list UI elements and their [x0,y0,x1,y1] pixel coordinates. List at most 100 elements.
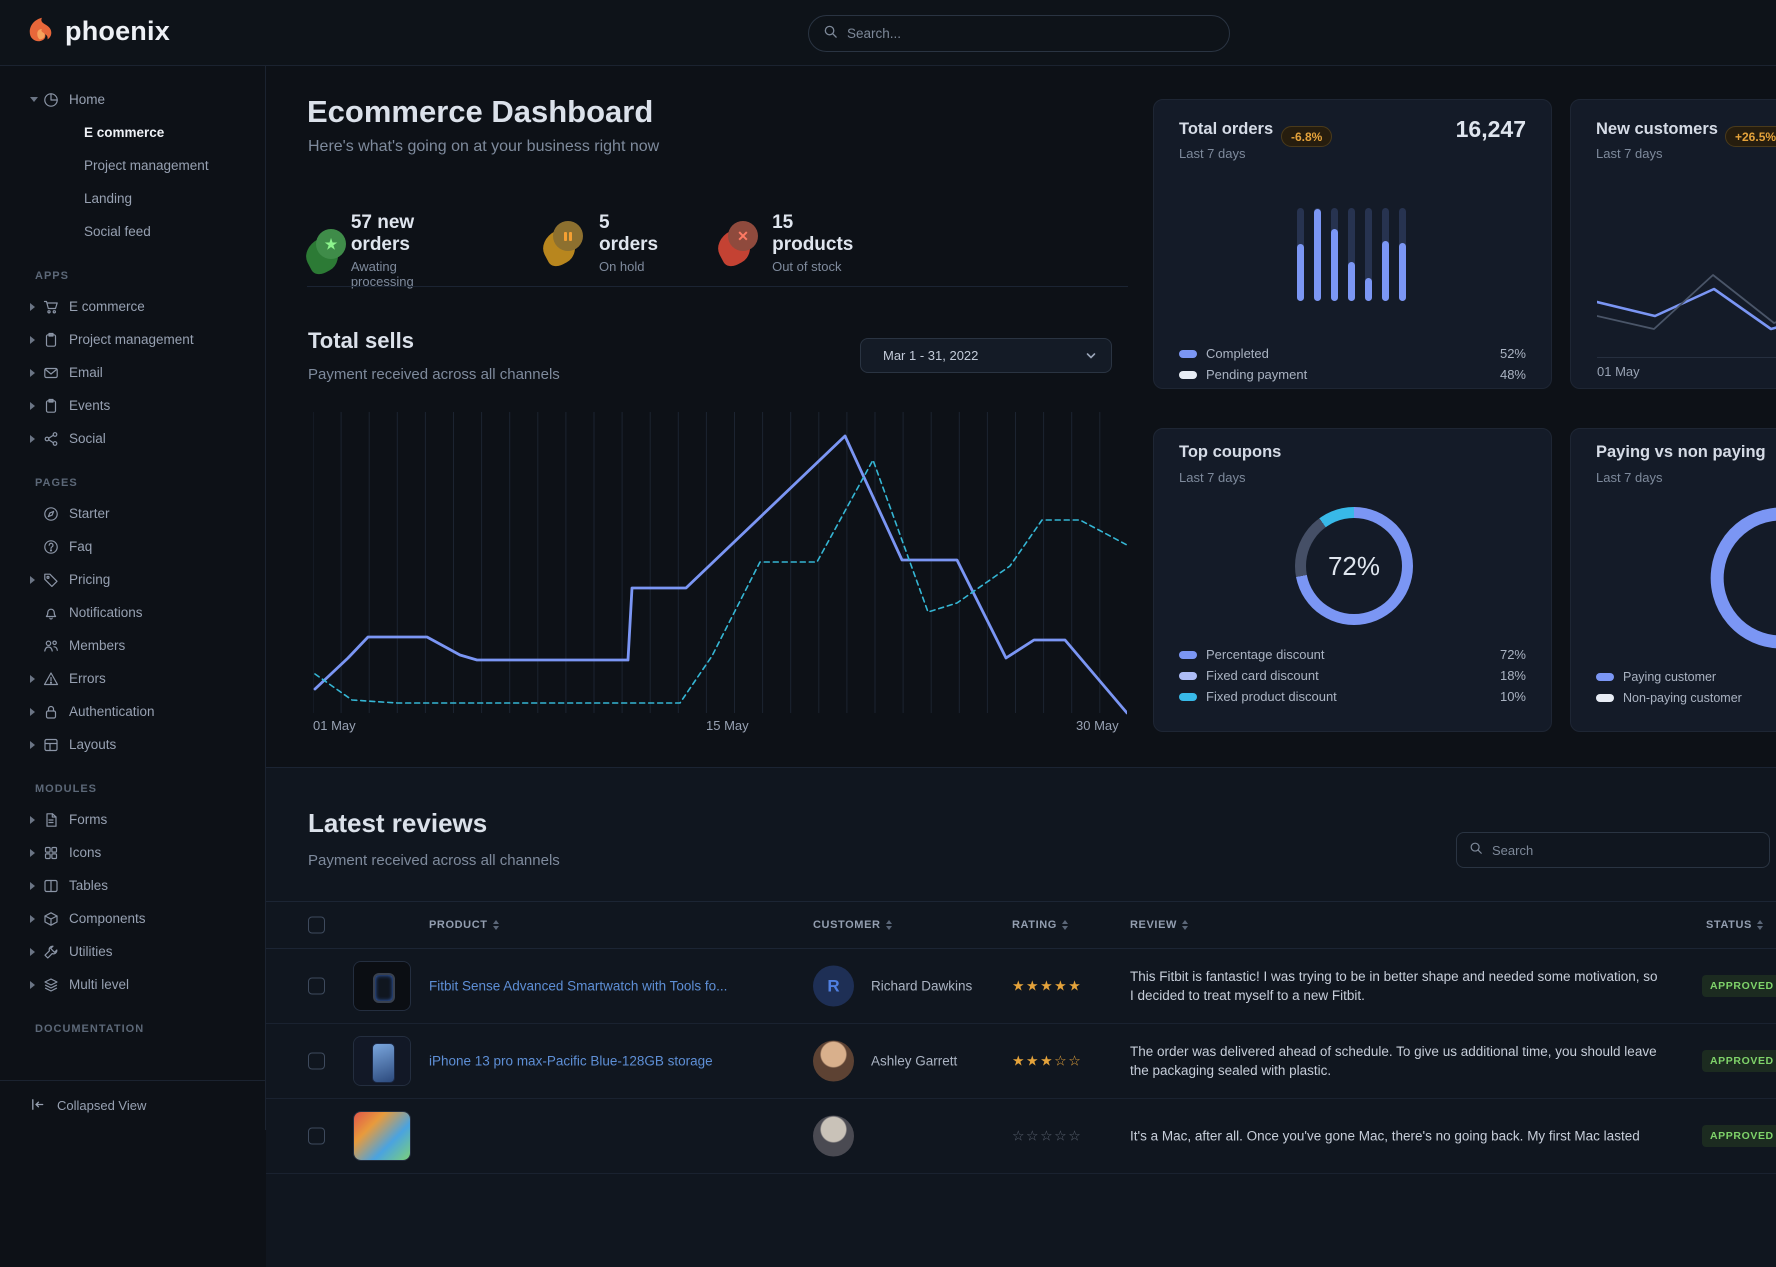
orders-bar-chart [1297,208,1406,301]
reviews-search-input[interactable] [1492,843,1757,858]
sidebar-item-e-commerce[interactable]: E commerce [0,116,265,149]
order-bar [1348,208,1355,301]
legend-row: Fixed card discount 18% [1179,665,1526,686]
bell-icon [43,605,59,621]
table-row: ☆☆☆☆☆It's a Mac, after all. Once you've … [266,1099,1776,1174]
sidebar-item-e-commerce[interactable]: E commerce [0,290,265,323]
brand-logo[interactable]: phoenix [26,14,170,49]
status-badge: APPROVED✓ [1702,1050,1776,1072]
legend-label: Pending payment [1206,367,1307,382]
sidebar-item-forms[interactable]: Forms [0,803,265,836]
reviews-table-header: PRODUCT CUSTOMER RATING REVIEW STATUS [266,901,1776,949]
stat-desc: Awating processing [351,259,431,289]
sidebar-item-project-management[interactable]: Project management [0,149,265,182]
row-checkbox[interactable] [308,1128,325,1145]
total-sells-title: Total sells [308,328,414,354]
page-subtitle: Here's what's going on at your business … [308,138,659,156]
customer-avatar[interactable] [813,1041,854,1082]
product-link[interactable]: iPhone 13 pro max-Pacific Blue-128GB sto… [429,1054,769,1069]
sidebar-item-components[interactable]: Components [0,902,265,935]
collapse-view-button[interactable]: Collapsed View [0,1080,265,1130]
sidebar-item-icons[interactable]: Icons [0,836,265,869]
status-badge: APPROVED✓ [1702,1125,1776,1147]
trend-badge: -6.8% [1281,126,1332,147]
status-badge: APPROVED✓ [1702,975,1776,997]
mail-icon [43,365,59,381]
customer-avatar[interactable] [813,1116,854,1157]
layers-icon [43,977,59,993]
column-header-customer[interactable]: CUSTOMER [813,919,892,931]
reviews-search[interactable] [1456,832,1770,868]
caret-icon [30,675,43,683]
customer-name: Richard Dawkins [871,979,972,994]
sidebar-item-label: Starter [69,506,110,521]
chevron-down-icon [1085,350,1097,362]
legend-label: Percentage discount [1206,647,1325,662]
sidebar-item-social-feed[interactable]: Social feed [0,215,265,248]
legend-swatch [1179,651,1197,659]
sidebar-item-layouts[interactable]: Layouts [0,728,265,761]
sidebar-item-label: Errors [69,671,106,686]
sidebar-item-notifications[interactable]: Notifications [0,596,265,629]
x-badge-icon: ✕ [718,219,756,267]
product-thumbnail[interactable] [353,1036,411,1086]
sidebar-item-email[interactable]: Email [0,356,265,389]
select-all-checkbox[interactable] [308,917,325,934]
main-content: Ecommerce Dashboard Here's what's going … [266,66,1776,1266]
series-previous-month [315,460,1127,703]
column-header-status[interactable]: STATUS [1706,919,1763,931]
product-thumbnail[interactable] [353,961,411,1011]
column-header-review[interactable]: REVIEW [1130,919,1188,931]
sidebar-item-errors[interactable]: Errors [0,662,265,695]
sidebar-item-label: Project management [69,332,194,347]
sidebar-item-faq[interactable]: Faq [0,530,265,563]
product-thumbnail[interactable] [353,1111,411,1161]
search-icon [1469,841,1483,860]
sidebar-item-events[interactable]: Events [0,389,265,422]
row-checkbox[interactable] [308,978,325,995]
card-title: Total orders [1179,120,1273,139]
review-text: It's a Mac, after all. Once you've gone … [1130,1127,1665,1146]
sidebar-item-social[interactable]: Social [0,422,265,455]
sidebar-item-label: Utilities [69,944,113,959]
sidebar-item-utilities[interactable]: Utilities [0,935,265,968]
column-header-rating[interactable]: RATING [1012,919,1068,931]
customer-avatar[interactable]: R [813,966,854,1007]
sidebar-item-label: Layouts [69,737,116,752]
wrench-icon [43,944,59,960]
legend-swatch [1179,672,1197,680]
caret-icon [30,741,43,749]
sidebar-item-project-management[interactable]: Project management [0,323,265,356]
review-text: This Fitbit is fantastic! I was trying t… [1130,967,1665,1005]
sidebar-item-authentication[interactable]: Authentication [0,695,265,728]
column-header-product[interactable]: PRODUCT [429,919,499,931]
caret-icon [30,948,43,956]
product-link[interactable]: Fitbit Sense Advanced Smartwatch with To… [429,979,769,994]
phoenix-logo-icon [26,14,56,49]
sidebar-item-pricing[interactable]: Pricing [0,563,265,596]
orders-legend: Completed 52% Pending payment 48% [1179,343,1526,385]
search-input[interactable] [847,26,1215,41]
top-coupons-card: Top coupons Last 7 days 72% Percentage d… [1153,428,1552,732]
row-checkbox[interactable] [308,1053,325,1070]
sidebar-item-tables[interactable]: Tables [0,869,265,902]
sidebar-item-home[interactable]: Home [0,83,265,116]
sidebar-item-members[interactable]: Members [0,629,265,662]
top-navbar: phoenix [0,0,1776,66]
sidebar-item-landing[interactable]: Landing [0,182,265,215]
stat-value: 5 orders [599,212,664,256]
sidebar-section-documentation: DOCUMENTATION [0,1023,265,1035]
legend-label: Fixed product discount [1206,689,1337,704]
sidebar-item-multi-level[interactable]: Multi level [0,968,265,1001]
sidebar-item-starter[interactable]: Starter [0,497,265,530]
sort-icon [493,920,499,930]
date-range-select[interactable]: Mar 1 - 31, 2022 [860,338,1112,373]
global-search[interactable] [808,15,1230,52]
legend-label: Fixed card discount [1206,668,1319,683]
legend-swatch [1179,350,1197,358]
legend-row: Non-paying customer [1596,687,1776,708]
order-bar [1297,208,1304,301]
stat-value: 15 products [772,212,861,256]
sidebar-item-label: Events [69,398,110,413]
series-current-month [315,436,1127,713]
